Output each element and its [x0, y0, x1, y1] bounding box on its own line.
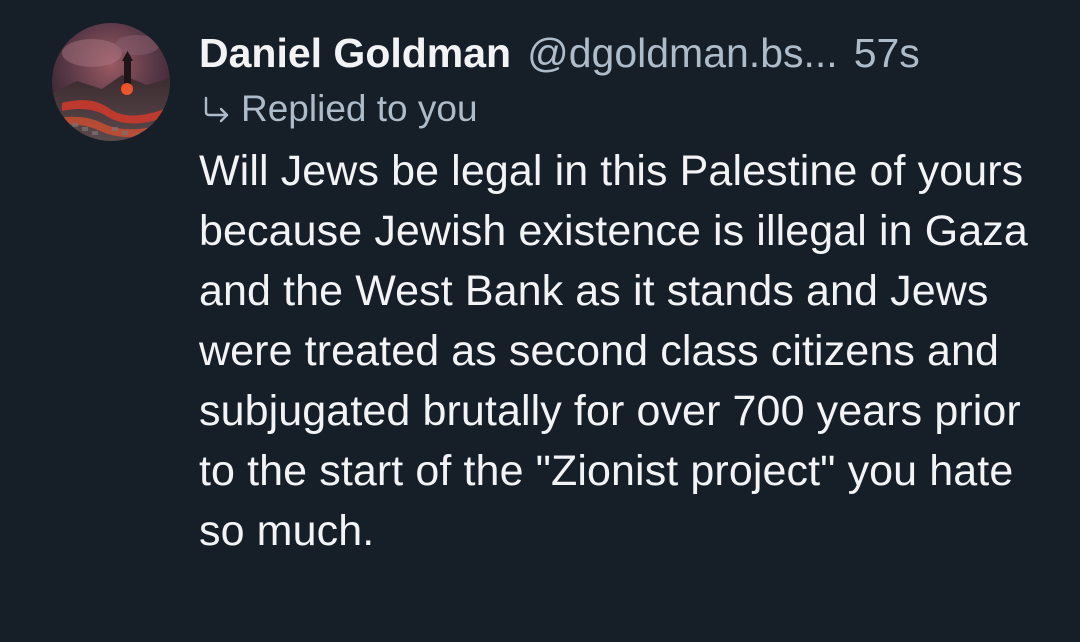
- reply-arrow-icon: [199, 92, 233, 126]
- post-item[interactable]: Daniel Goldman @dgoldman.bs... 57s Repli…: [0, 0, 1080, 642]
- post-header: Daniel Goldman @dgoldman.bs... 57s: [199, 24, 1049, 82]
- reply-indicator: Replied to you: [199, 84, 1049, 134]
- avatar-image: [52, 23, 170, 141]
- author-handle[interactable]: @dgoldman.bs...: [527, 24, 838, 82]
- post-body-text: Will Jews be legal in this Palestine of …: [199, 147, 1028, 555]
- author-avatar[interactable]: [52, 23, 170, 141]
- reply-label: Replied to you: [241, 88, 478, 129]
- author-display-name[interactable]: Daniel Goldman: [199, 24, 511, 82]
- post-content: Daniel Goldman @dgoldman.bs... 57s Repli…: [199, 24, 1049, 561]
- post-timestamp[interactable]: 57s: [854, 24, 920, 82]
